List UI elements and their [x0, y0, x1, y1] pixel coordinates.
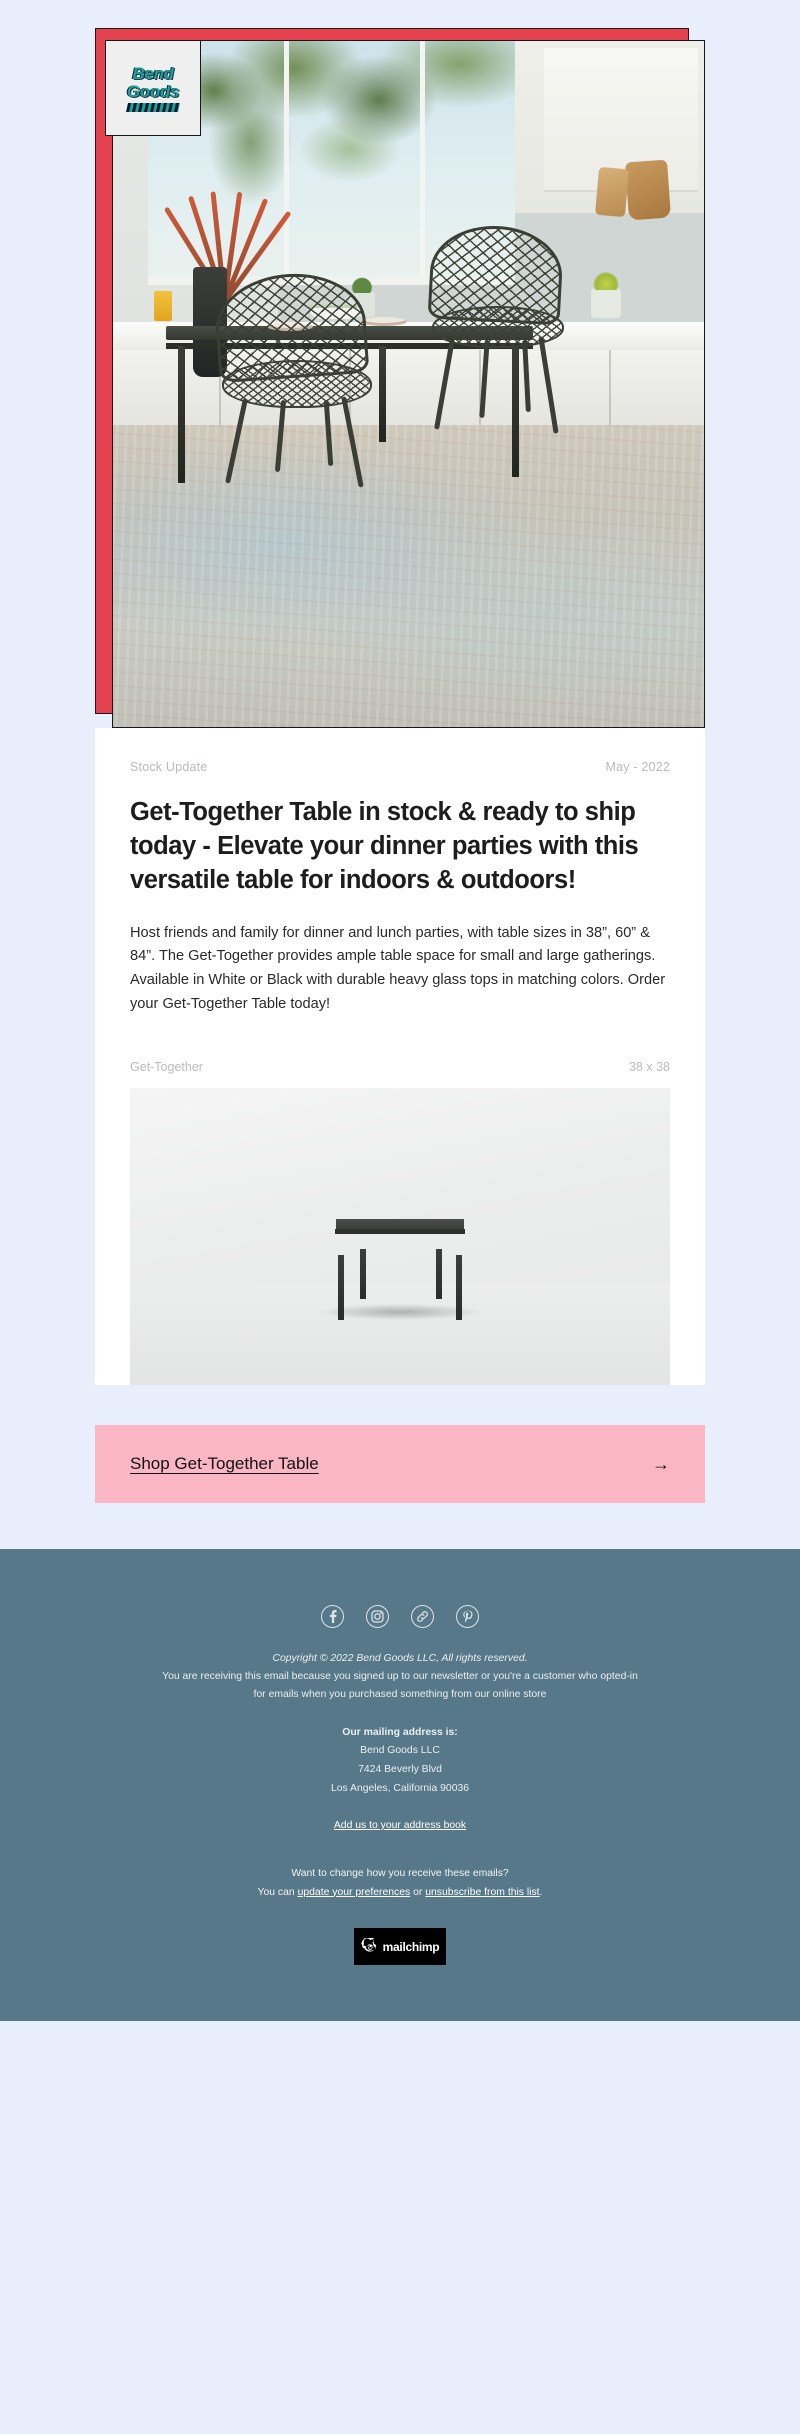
- hero-photo: [112, 40, 705, 728]
- hero-section: Bend Goods: [0, 0, 800, 728]
- reason-line-2: for emails when you purchased something …: [253, 1689, 547, 1701]
- mailchimp-badge[interactable]: mailchimp: [354, 1928, 446, 1966]
- brand-logo-mark: Bend Goods: [126, 63, 180, 112]
- instagram-icon[interactable]: [366, 1605, 389, 1629]
- cta-banner[interactable]: Shop Get-Together Table →: [95, 1425, 705, 1504]
- address-line-2: 7424 Beverly Blvd: [358, 1763, 442, 1775]
- prefs-middle: or: [410, 1886, 426, 1898]
- article-card: Stock Update May - 2022 Get-Together Tab…: [95, 728, 705, 1386]
- product-name: Get-Together: [130, 1060, 203, 1075]
- logo-line-1: Bend: [132, 63, 174, 83]
- preferences-block: Want to change how you receive these ema…: [0, 1865, 800, 1902]
- social-links: [0, 1605, 800, 1629]
- footer-copyright-block: Copyright © 2022 Bend Goods LLC, All rig…: [0, 1650, 800, 1704]
- brand-logo-badge[interactable]: Bend Goods: [105, 40, 201, 136]
- dining-room-scene: [113, 41, 704, 727]
- shop-link[interactable]: Shop Get-Together Table: [130, 1454, 319, 1474]
- article-body: Host friends and family for dinner and l…: [130, 924, 666, 1012]
- logo-underline-bar: [126, 102, 180, 112]
- add-address-book-link[interactable]: Add us to your address book: [334, 1820, 466, 1831]
- product-size: 38 x 38: [628, 1060, 670, 1075]
- prefs-question: Want to change how you receive these ema…: [291, 1868, 509, 1880]
- prefs-prefix: You can: [257, 1886, 298, 1898]
- email-footer: Copyright © 2022 Bend Goods LLC, All rig…: [0, 1549, 800, 2022]
- address-line-1: Bend Goods LLC: [360, 1745, 440, 1757]
- logo-line-2: Goods: [126, 81, 180, 101]
- update-preferences-link[interactable]: update your preferences: [298, 1887, 411, 1898]
- wire-chair-right: [420, 222, 610, 459]
- mailchimp-monkey-icon: [361, 1938, 376, 1952]
- facebook-icon[interactable]: [321, 1605, 344, 1629]
- prefs-suffix: .: [539, 1886, 543, 1898]
- address-book-row: Add us to your address book: [0, 1820, 800, 1831]
- pinterest-icon[interactable]: [456, 1605, 479, 1629]
- product-photo: [130, 1088, 670, 1386]
- address-heading: Our mailing address is:: [342, 1726, 458, 1738]
- hero-frame: Bend Goods: [95, 28, 705, 728]
- unsubscribe-link[interactable]: unsubscribe from this list: [425, 1887, 539, 1898]
- wire-chair-left: [208, 269, 408, 521]
- product-meta-row: Get-Together 38 x 38: [95, 1016, 705, 1074]
- mailchimp-wordmark: mailchimp: [382, 1939, 440, 1954]
- spacer: [0, 1503, 800, 1550]
- prefs-line: You can update your preferences or unsub…: [0, 1884, 800, 1903]
- link-icon[interactable]: [411, 1605, 434, 1629]
- article-meta-row: Stock Update May - 2022: [95, 728, 705, 774]
- reason-line-1: You are receiving this email because you…: [162, 1671, 638, 1683]
- article-kicker: Stock Update: [130, 760, 208, 774]
- copyright-text: Copyright © 2022 Bend Goods LLC, All rig…: [272, 1653, 528, 1665]
- article-date: May - 2022: [605, 760, 670, 774]
- page-title: Get-Together Table in stock & ready to s…: [130, 798, 639, 894]
- address-line-3: Los Angeles, California 90036: [330, 1782, 470, 1794]
- mailing-address-block: Our mailing address is: Bend Goods LLC 7…: [0, 1724, 800, 1798]
- arrow-right-icon[interactable]: →: [652, 1455, 670, 1473]
